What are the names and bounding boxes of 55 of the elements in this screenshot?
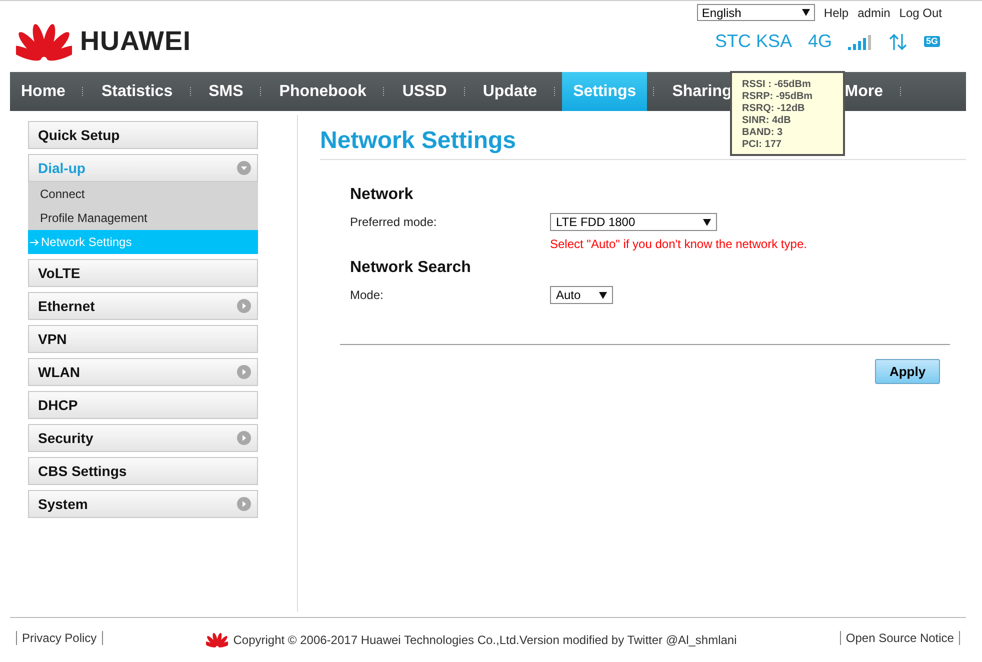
nav-tab[interactable]: Update	[472, 72, 548, 111]
nav-tab[interactable]: SMS	[198, 72, 254, 111]
open-source-link[interactable]: Open Source Notice	[840, 631, 960, 645]
sidebar-item[interactable]: System	[28, 490, 258, 518]
chevron-right-icon	[237, 365, 251, 379]
arrow-right-icon	[30, 238, 39, 246]
sidebar-item[interactable]: Ethernet	[28, 292, 258, 320]
sidebar-item[interactable]: CBS Settings	[28, 457, 258, 485]
wifi-badge: 5G	[924, 36, 940, 47]
caret-down-icon	[802, 9, 810, 16]
nav-tab[interactable]: USSD	[391, 72, 458, 111]
dropdown-field[interactable]: Auto	[550, 286, 613, 304]
submenu-item[interactable]: Connect	[28, 182, 258, 206]
up-down-arrows-icon	[888, 32, 908, 52]
chevron-right-icon	[237, 497, 251, 511]
language-select[interactable]: English	[696, 4, 815, 21]
hint-text: Select "Auto" if you don't know the network type.	[550, 237, 808, 251]
header-link[interactable]: Help	[824, 6, 849, 20]
dropdown-field[interactable]: LTE FDD 1800	[550, 213, 717, 231]
nav-tab[interactable]: Phonebook	[268, 72, 378, 111]
sidebar-item[interactable]: VPN	[28, 325, 258, 353]
copyright-text: Copyright © 2006-2017 Huawei Technologies Co.,Ltd.Version modified by Twitter @Al_shmlani	[233, 633, 737, 647]
chevron-right-icon	[237, 431, 251, 445]
tooltip-line: RSSI : -65dBm	[742, 79, 812, 91]
network-type: 4G	[808, 31, 832, 52]
chevron-down-icon	[237, 161, 251, 175]
sidebar-item[interactable]: Security	[28, 424, 258, 452]
tooltip-line: SINR: 4dB	[742, 115, 792, 127]
section-heading: Network	[350, 186, 414, 204]
nav-tab[interactable]: Statistics	[90, 72, 184, 111]
header-link[interactable]: admin	[858, 6, 890, 20]
tooltip-line: RSRP: -95dBm	[742, 91, 814, 103]
sidebar-item[interactable]: VoLTE	[28, 259, 258, 287]
signal-icon[interactable]	[848, 34, 872, 50]
tooltip-line: PCI: 177	[742, 139, 782, 151]
field-label: Preferred mode:	[350, 215, 438, 229]
chevron-right-icon	[237, 299, 251, 313]
logo-icon	[16, 22, 72, 62]
privacy-link[interactable]: Privacy Policy	[16, 631, 103, 645]
tooltip-line: BAND: 3	[742, 127, 784, 139]
operator-name: STC KSA	[714, 31, 792, 52]
sidebar-item[interactable]: WLAN	[28, 358, 258, 386]
logo-text: HUAWEI	[80, 26, 191, 57]
sidebar-item[interactable]: Quick Setup	[28, 121, 258, 149]
sidebar-item[interactable]: DHCP	[28, 391, 258, 419]
tooltip-line: RSRQ: -12dB	[742, 103, 806, 115]
apply-button[interactable]: Apply	[875, 359, 940, 384]
header-link[interactable]: Log Out	[899, 6, 942, 20]
field-label: Mode:	[350, 288, 384, 302]
nav-tab[interactable]: Home	[10, 72, 76, 111]
section-heading: Network Search	[350, 259, 472, 277]
submenu-item[interactable]: Profile Management	[28, 206, 258, 230]
caret-down-icon	[599, 292, 607, 298]
caret-down-icon	[703, 218, 711, 226]
logo-icon	[206, 632, 228, 648]
